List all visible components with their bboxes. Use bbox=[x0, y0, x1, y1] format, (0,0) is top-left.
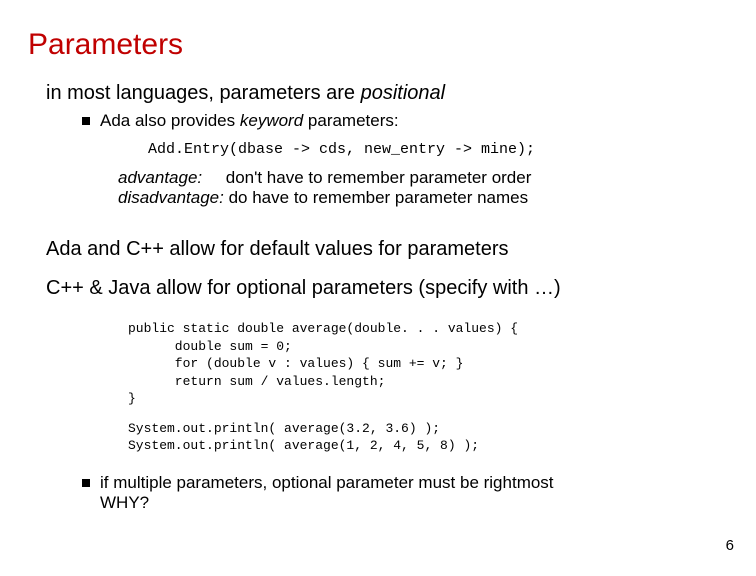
bullet-1-text: Ada also provides keyword parameters: bbox=[100, 111, 399, 131]
bullet2-line1: if multiple parameters, optional paramet… bbox=[100, 473, 554, 493]
intro-italic: positional bbox=[361, 82, 446, 104]
section-default-values: Ada and C++ allow for default values for… bbox=[46, 238, 756, 261]
square-bullet-icon bbox=[82, 479, 90, 487]
section-optional-params: C++ & Java allow for optional parameters… bbox=[46, 277, 756, 300]
code-snippet-2: public static double average(double. . .… bbox=[128, 320, 756, 408]
page-number: 6 bbox=[726, 537, 734, 554]
bullet-item-2: if multiple parameters, optional paramet… bbox=[82, 473, 756, 513]
disadvantage-text: do have to remember parameter names bbox=[224, 188, 528, 207]
advantage-label: advantage: bbox=[118, 168, 202, 187]
advantage-block: advantage: don't have to remember parame… bbox=[118, 168, 756, 208]
slide-title: Parameters bbox=[28, 28, 756, 62]
code-snippet-3: System.out.println( average(3.2, 3.6) );… bbox=[128, 420, 756, 455]
square-bullet-icon bbox=[82, 117, 90, 125]
intro-text: in most languages, parameters are bbox=[46, 82, 361, 104]
bullet2-line2: WHY? bbox=[100, 493, 554, 513]
bullet-2-text: if multiple parameters, optional paramet… bbox=[100, 473, 554, 513]
bullet-item-1: Ada also provides keyword parameters: bbox=[82, 111, 756, 131]
intro-line: in most languages, parameters are positi… bbox=[46, 82, 756, 105]
code-snippet-1: Add.Entry(dbase -> cds, new_entry -> min… bbox=[148, 141, 756, 158]
bullet1-post: parameters: bbox=[303, 111, 398, 130]
bullet1-italic: keyword bbox=[240, 111, 303, 130]
disadvantage-label: disadvantage: bbox=[118, 188, 224, 207]
bullet1-pre: Ada also provides bbox=[100, 111, 240, 130]
advantage-text: don't have to remember parameter order bbox=[202, 168, 531, 187]
